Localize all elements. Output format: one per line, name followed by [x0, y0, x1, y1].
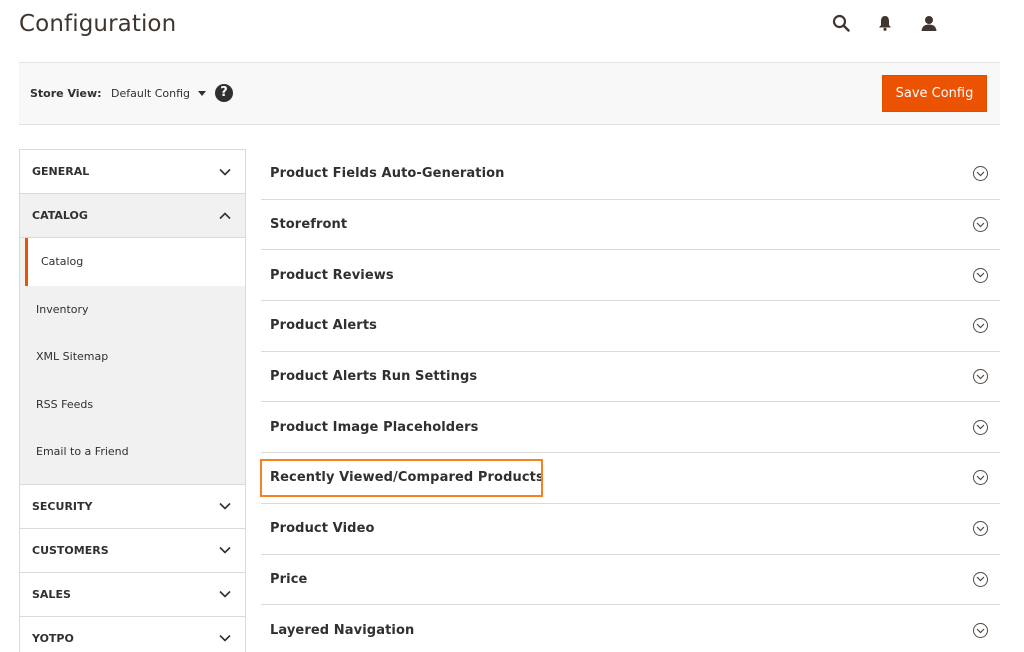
caret-down-icon	[197, 91, 206, 96]
sidebar-group-label: SALES	[32, 587, 71, 601]
section-product-alerts-run-settings[interactable]: Product Alerts Run Settings	[261, 352, 1000, 403]
config-sections: Product Fields Auto-Generation Storefron…	[260, 149, 1000, 652]
chevron-down-circle-icon	[973, 623, 988, 639]
section-title: Layered Navigation	[270, 623, 415, 639]
store-view-label: Store View:	[30, 87, 102, 100]
chevron-down-circle-icon	[973, 318, 988, 334]
sidebar-group-customers[interactable]: CUSTOMERS	[20, 528, 245, 573]
store-switcher-bar: Store View: Default Config ? Save Config	[19, 62, 1000, 125]
store-view-dropdown[interactable]: Default Config	[111, 87, 206, 100]
section-title: Storefront	[270, 217, 348, 233]
chevron-down-icon	[218, 631, 232, 645]
sidebar-group-label: CUSTOMERS	[32, 543, 109, 557]
sidebar-item-rss-feeds[interactable]: RSS Feeds	[20, 381, 245, 429]
section-layered-navigation[interactable]: Layered Navigation	[261, 605, 1000, 652]
chevron-up-icon	[218, 209, 232, 223]
section-product-video[interactable]: Product Video	[261, 504, 1000, 555]
chevron-down-circle-icon	[973, 521, 988, 537]
chevron-down-icon	[218, 587, 232, 601]
section-title: Product Fields Auto-Generation	[270, 166, 505, 182]
user-icon[interactable]	[918, 12, 940, 34]
sidebar-group-label: SECURITY	[32, 499, 93, 513]
section-product-image-placeholders[interactable]: Product Image Placeholders	[261, 402, 1000, 454]
search-icon[interactable]	[830, 12, 852, 34]
sidebar-group-yotpo[interactable]: YOTPO	[20, 616, 245, 652]
bell-icon[interactable]	[874, 12, 896, 34]
section-product-alerts[interactable]: Product Alerts	[261, 301, 1000, 352]
help-icon[interactable]: ?	[215, 84, 233, 102]
chevron-down-circle-icon	[973, 267, 988, 283]
sidebar-item-email-to-a-friend[interactable]: Email to a Friend	[20, 428, 245, 476]
sidebar-group-security[interactable]: SECURITY	[20, 484, 245, 529]
section-title: Product Image Placeholders	[270, 419, 479, 435]
section-title: Product Reviews	[270, 267, 394, 283]
section-storefront[interactable]: Storefront	[261, 200, 1000, 251]
sidebar-item-inventory[interactable]: Inventory	[20, 286, 245, 334]
section-title: Product Alerts Run Settings	[270, 369, 478, 385]
sidebar-group-label: YOTPO	[32, 631, 74, 645]
sidebar-group-label: GENERAL	[32, 165, 90, 178]
section-product-reviews[interactable]: Product Reviews	[261, 250, 1000, 302]
save-config-button[interactable]: Save Config	[882, 75, 987, 112]
section-product-fields-auto-generation[interactable]: Product Fields Auto-Generation	[261, 149, 1000, 200]
section-title: Product Video	[270, 521, 375, 537]
sidebar-group-label: CATALOG	[32, 209, 88, 222]
section-title: Product Alerts	[270, 318, 377, 334]
section-price[interactable]: Price	[261, 555, 1000, 606]
chevron-down-icon	[218, 165, 232, 179]
section-title: Price	[270, 571, 308, 587]
sidebar-group-general[interactable]: GENERAL	[20, 150, 245, 194]
chevron-down-circle-icon	[973, 217, 988, 233]
sidebar-item-catalog[interactable]: Catalog	[25, 238, 245, 286]
page-title: Configuration	[19, 11, 177, 37]
chevron-down-circle-icon	[973, 571, 988, 587]
catalog-sublist: Catalog Inventory XML Sitemap RSS Feeds …	[20, 238, 245, 485]
section-title: Recently Viewed/Compared Products	[270, 470, 544, 486]
section-recently-viewed-compared-products[interactable]: Recently Viewed/Compared Products	[260, 453, 1000, 504]
chevron-down-icon	[218, 499, 232, 513]
sidebar-group-sales[interactable]: SALES	[20, 572, 245, 617]
store-view-selected: Default Config	[111, 87, 190, 100]
chevron-down-circle-icon	[973, 369, 988, 385]
chevron-down-circle-icon	[973, 166, 988, 182]
chevron-down-icon	[218, 543, 232, 557]
chevron-down-circle-icon	[973, 470, 988, 486]
sidebar-group-catalog[interactable]: CATALOG	[20, 194, 245, 238]
sidebar-item-xml-sitemap[interactable]: XML Sitemap	[20, 333, 245, 381]
config-sidebar: GENERAL CATALOG Catalog Inventory XML Si…	[19, 149, 246, 652]
header-actions	[808, 12, 940, 34]
chevron-down-circle-icon	[973, 419, 988, 435]
